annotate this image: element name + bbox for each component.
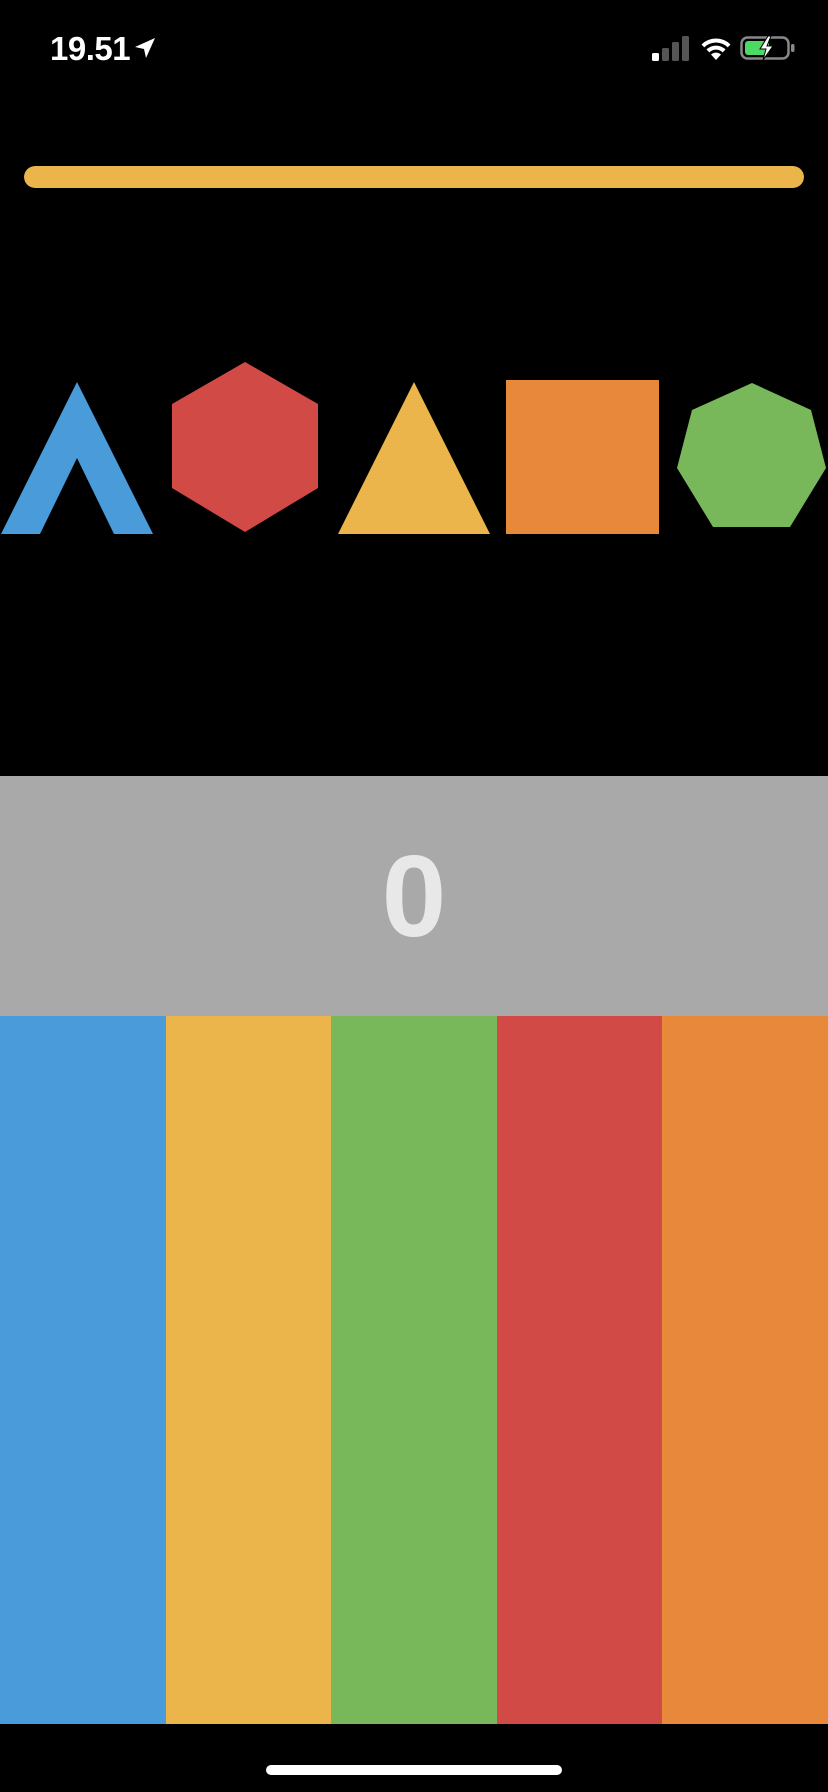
color-button-red[interactable] [496, 1016, 663, 1724]
color-button-blue[interactable] [0, 1016, 166, 1724]
shapes-row [0, 360, 828, 540]
game-screen: 19.51 0 [0, 0, 828, 1792]
wifi-icon [701, 38, 731, 60]
home-indicator [266, 1765, 562, 1775]
shape-square [506, 380, 659, 534]
battery-charging-icon [740, 35, 795, 61]
score-value: 0 [381, 831, 447, 961]
score-panel: 0 [0, 776, 828, 1016]
shape-heptagon [677, 383, 826, 527]
location-arrow-icon [135, 38, 155, 58]
color-buttons [0, 1016, 828, 1724]
shape-hexagon [172, 362, 318, 532]
cellular-signal-icon [652, 36, 689, 61]
timer-bar [24, 166, 804, 188]
status-time: 19.51 [50, 30, 131, 67]
color-button-green[interactable] [331, 1016, 497, 1724]
status-bar: 19.51 [0, 0, 828, 100]
timer-bar-fill [24, 166, 804, 188]
shape-chevron [1, 382, 153, 534]
shape-triangle [338, 382, 490, 534]
color-button-orange[interactable] [662, 1016, 828, 1724]
color-button-yellow[interactable] [165, 1016, 332, 1724]
